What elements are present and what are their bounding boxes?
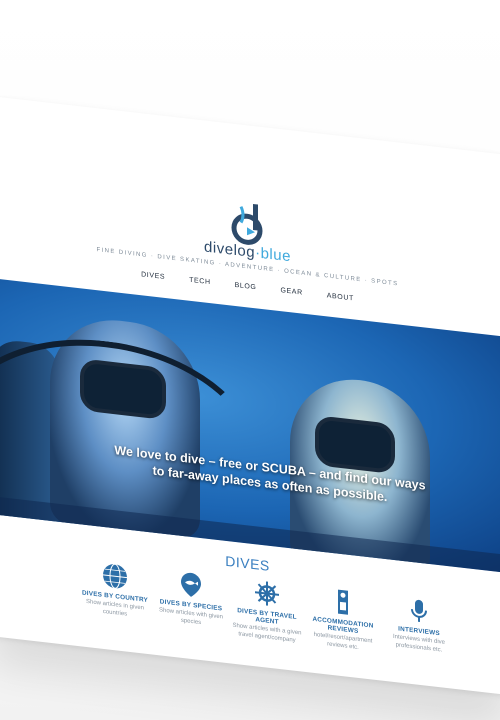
site-header: divelog·blue Fine diving · Dive Skating … xyxy=(0,172,500,300)
nav-item-blog[interactable]: BLOG xyxy=(235,282,257,291)
door-hanger-icon xyxy=(338,589,348,615)
nav-item-about[interactable]: ABOUT xyxy=(327,292,354,302)
website-screen: divelog·blue Fine diving · Dive Skating … xyxy=(0,96,500,695)
hero-banner: We love to dive – free or SCUBA – and fi… xyxy=(0,278,500,573)
ship-wheel-icon xyxy=(255,581,279,606)
nav-item-tech[interactable]: TECH xyxy=(189,277,210,286)
microphone-icon xyxy=(411,599,427,622)
category-dives-by-travel-agent[interactable]: DIVES BY TRAVEL AGENT Show articles with… xyxy=(232,577,302,646)
globe-icon xyxy=(103,563,127,589)
category-interviews[interactable]: INTERVIEWS Interviews with dive professi… xyxy=(384,594,454,663)
fish-pin-icon xyxy=(181,572,201,597)
dive-mask-right xyxy=(315,415,395,475)
category-dives-by-species[interactable]: DIVES BY SPECIES Show articles with give… xyxy=(156,568,226,637)
category-accommodation-reviews[interactable]: ACCOMMODATION REVIEWS hotel/resort/apart… xyxy=(308,585,378,654)
category-dives-by-country[interactable]: DIVES BY COUNTRY Show articles in given … xyxy=(80,559,150,628)
nav-item-dives[interactable]: DIVES xyxy=(141,271,165,281)
nav-item-gear[interactable]: GEAR xyxy=(280,287,302,297)
